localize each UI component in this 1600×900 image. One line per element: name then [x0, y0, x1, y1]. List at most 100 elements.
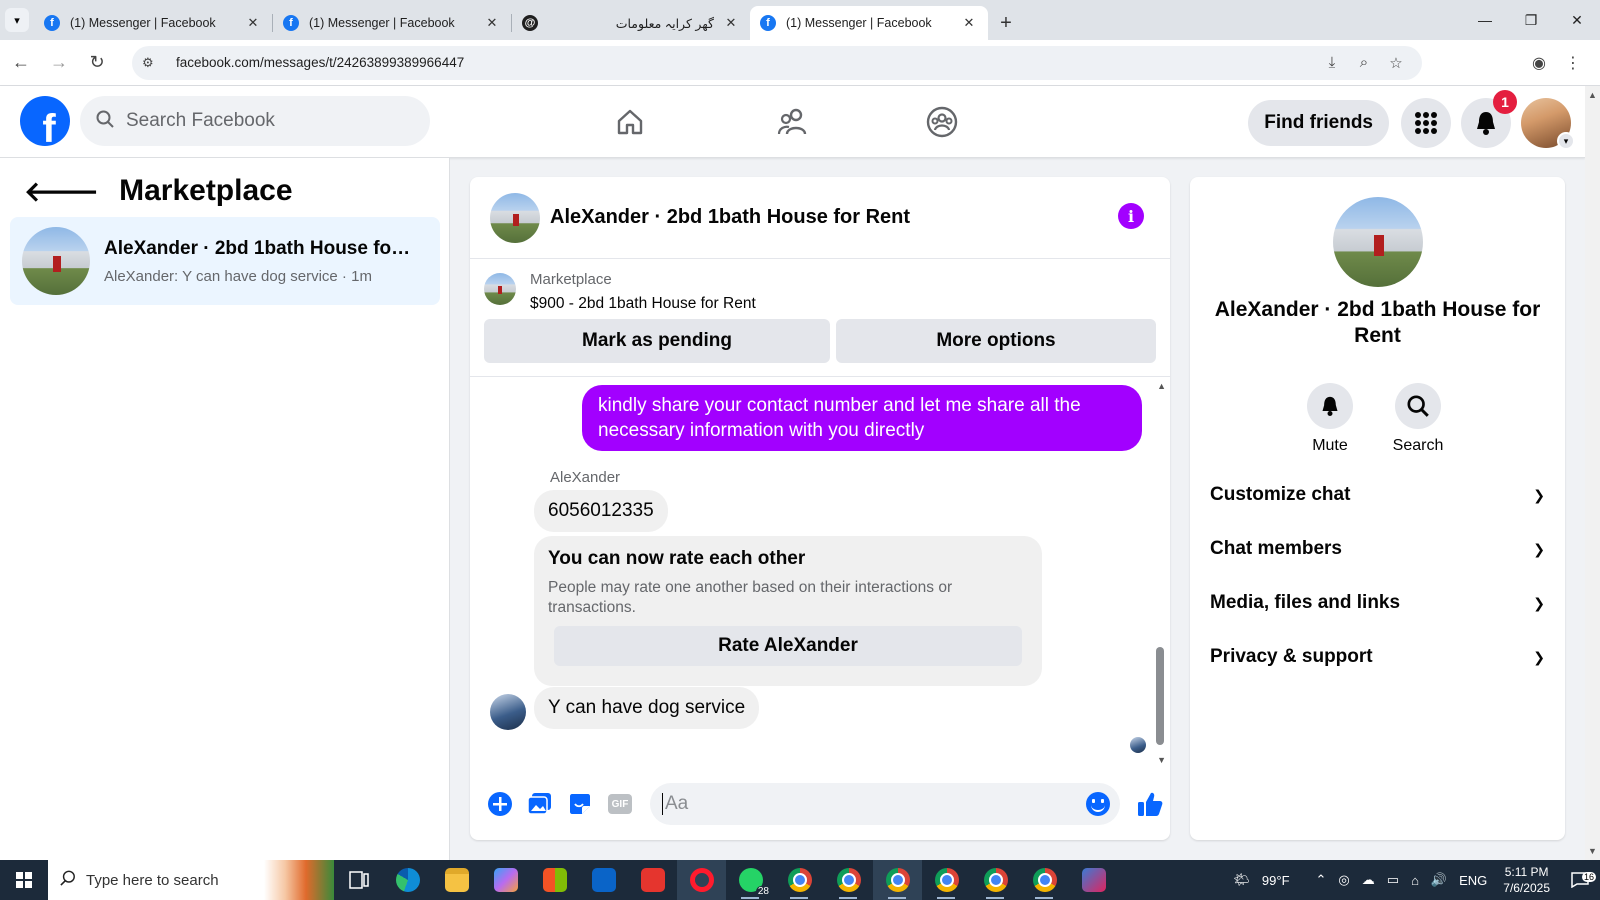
copilot-icon[interactable]: [481, 860, 530, 900]
facebook-search-box[interactable]: [80, 96, 430, 146]
message-scrollbar-thumb[interactable]: [1156, 647, 1164, 745]
start-button[interactable]: [0, 860, 48, 900]
back-icon[interactable]: ←: [4, 46, 38, 80]
mark-as-pending-button[interactable]: Mark as pending: [484, 319, 830, 363]
browser-menu-icon[interactable]: ⋮: [1556, 53, 1590, 73]
sender-avatar[interactable]: [490, 694, 526, 730]
scroll-up-arrow[interactable]: ▲: [1157, 381, 1166, 391]
microsoft-store-icon[interactable]: [530, 860, 579, 900]
facebook-logo[interactable]: f: [20, 96, 70, 146]
opera-icon[interactable]: [677, 860, 726, 900]
find-friends-button[interactable]: Find friends: [1248, 100, 1389, 146]
search-in-conversation-action[interactable]: Search: [1383, 383, 1453, 455]
taskbar-search-box[interactable]: Type here to search: [48, 860, 334, 900]
chevron-up-icon[interactable]: ⌃: [1316, 872, 1327, 888]
tab-search-button[interactable]: ▾: [0, 0, 34, 40]
reload-icon[interactable]: ↻: [80, 46, 114, 80]
plus-circle-icon[interactable]: [480, 784, 520, 824]
minimize-icon[interactable]: —: [1462, 0, 1508, 40]
browser-tab-4-active[interactable]: f (1) Messenger | Facebook ✕: [750, 6, 988, 40]
battery-icon[interactable]: ▭: [1387, 872, 1399, 888]
media-files-links-section[interactable]: Media, files and links ❯: [1210, 578, 1545, 628]
address-bar[interactable]: ⚙ facebook.com/messages/t/24263899389966…: [132, 45, 1422, 80]
like-thumb-icon[interactable]: [1130, 784, 1170, 824]
chrome-icon[interactable]: [922, 860, 971, 900]
scroll-down-arrow[interactable]: ▼: [1588, 846, 1597, 856]
weather-temperature[interactable]: 99°F: [1262, 873, 1290, 888]
left-panel-header: 🡐 Marketplace: [24, 174, 293, 208]
task-view-icon[interactable]: [334, 860, 383, 900]
install-app-icon[interactable]: ⤓: [1316, 54, 1348, 72]
chat-title[interactable]: AleXander · 2bd 1bath House for Rent: [550, 206, 910, 229]
message-thread[interactable]: ▲ ▼ kindly share your contact number and…: [470, 377, 1170, 767]
restore-icon[interactable]: ❐: [1508, 0, 1554, 40]
rate-user-button[interactable]: Rate AleXander: [554, 626, 1022, 666]
outgoing-message[interactable]: kindly share your contact number and let…: [582, 385, 1142, 451]
listing-title[interactable]: $900 - 2bd 1bath House for Rent: [530, 295, 756, 313]
photo-icon[interactable]: [520, 784, 560, 824]
meet-icon[interactable]: ◎: [1338, 872, 1349, 888]
scroll-up-arrow[interactable]: ▲: [1588, 90, 1597, 100]
mute-action[interactable]: Mute: [1295, 383, 1365, 455]
notifications-button[interactable]: 1: [1461, 90, 1517, 148]
chat-avatar[interactable]: [490, 192, 540, 243]
more-options-button[interactable]: More options: [836, 319, 1156, 363]
chrome-icon[interactable]: [971, 860, 1020, 900]
page-scrollbar[interactable]: ▲ ▼: [1585, 86, 1600, 860]
close-window-icon[interactable]: ✕: [1554, 0, 1600, 40]
conversation-photo[interactable]: [1333, 197, 1423, 287]
conversation-item[interactable]: AleXander · 2bd 1bath House for R... Ale…: [10, 217, 440, 305]
home-nav-icon[interactable]: [608, 100, 652, 144]
whatsapp-icon[interactable]: 28: [726, 860, 775, 900]
close-icon[interactable]: ✕: [960, 15, 978, 31]
notification-center-icon[interactable]: 16: [1560, 872, 1600, 888]
privacy-support-section[interactable]: Privacy & support ❯: [1210, 632, 1545, 682]
browser-tab-1[interactable]: f (1) Messenger | Facebook ✕: [34, 6, 272, 40]
close-icon[interactable]: ✕: [722, 15, 740, 31]
volume-icon[interactable]: 🔊: [1431, 872, 1447, 888]
message-input-box[interactable]: [650, 783, 1120, 825]
message-input[interactable]: [662, 793, 1062, 815]
friends-nav-icon[interactable]: [771, 100, 815, 144]
chrome-icon[interactable]: [775, 860, 824, 900]
chrome-icon[interactable]: [1020, 860, 1069, 900]
clock[interactable]: 5:11 PM 7/6/2025: [1503, 864, 1550, 896]
site-info-icon[interactable]: ⚙: [142, 55, 164, 71]
listing-thumbnail[interactable]: [484, 273, 516, 305]
account-avatar-button[interactable]: ▾: [1521, 98, 1575, 150]
browser-tab-3[interactable]: @ گھر کرایہ معلومات ✕: [512, 6, 750, 40]
browser-tab-2[interactable]: f (1) Messenger | Facebook ✕: [273, 6, 511, 40]
snipping-tool-icon[interactable]: [1069, 860, 1118, 900]
forward-icon[interactable]: →: [42, 46, 76, 80]
gif-icon[interactable]: GIF: [600, 784, 640, 824]
edge-icon[interactable]: [383, 860, 432, 900]
cloud-icon[interactable]: ☁: [1362, 872, 1375, 888]
search-input[interactable]: [126, 110, 406, 132]
customize-chat-section[interactable]: Customize chat ❯: [1210, 470, 1545, 520]
chrome-icon[interactable]: [824, 860, 873, 900]
groups-nav-icon[interactable]: [920, 100, 964, 144]
zoom-icon[interactable]: ⌕: [1348, 54, 1380, 72]
language-indicator[interactable]: ENG: [1459, 873, 1487, 888]
wps-office-icon[interactable]: [628, 860, 677, 900]
outlook-icon[interactable]: [579, 860, 628, 900]
incoming-message[interactable]: Y can have dog service: [534, 687, 760, 729]
scroll-down-arrow[interactable]: ▼: [1157, 755, 1166, 765]
weather-icon[interactable]: 🌤: [1233, 872, 1250, 888]
menu-grid-button[interactable]: [1401, 98, 1451, 148]
bookmark-star-icon[interactable]: ☆: [1380, 54, 1412, 72]
close-icon[interactable]: ✕: [244, 15, 262, 31]
profile-icon[interactable]: ◉: [1522, 53, 1556, 73]
network-icon[interactable]: ⌂: [1411, 873, 1419, 888]
url-text[interactable]: facebook.com/messages/t/2426389938996644…: [176, 55, 464, 70]
back-arrow-icon[interactable]: 🡐: [24, 174, 99, 208]
new-tab-button[interactable]: +: [988, 6, 1024, 40]
chat-members-section[interactable]: Chat members ❯: [1210, 524, 1545, 574]
sticker-icon[interactable]: [560, 784, 600, 824]
close-icon[interactable]: ✕: [483, 15, 501, 31]
info-icon[interactable]: i: [1118, 203, 1144, 229]
incoming-message[interactable]: 6056012335: [534, 490, 668, 532]
emoji-icon[interactable]: [1086, 792, 1110, 816]
file-explorer-icon[interactable]: [432, 860, 481, 900]
chrome-icon[interactable]: [873, 860, 922, 900]
